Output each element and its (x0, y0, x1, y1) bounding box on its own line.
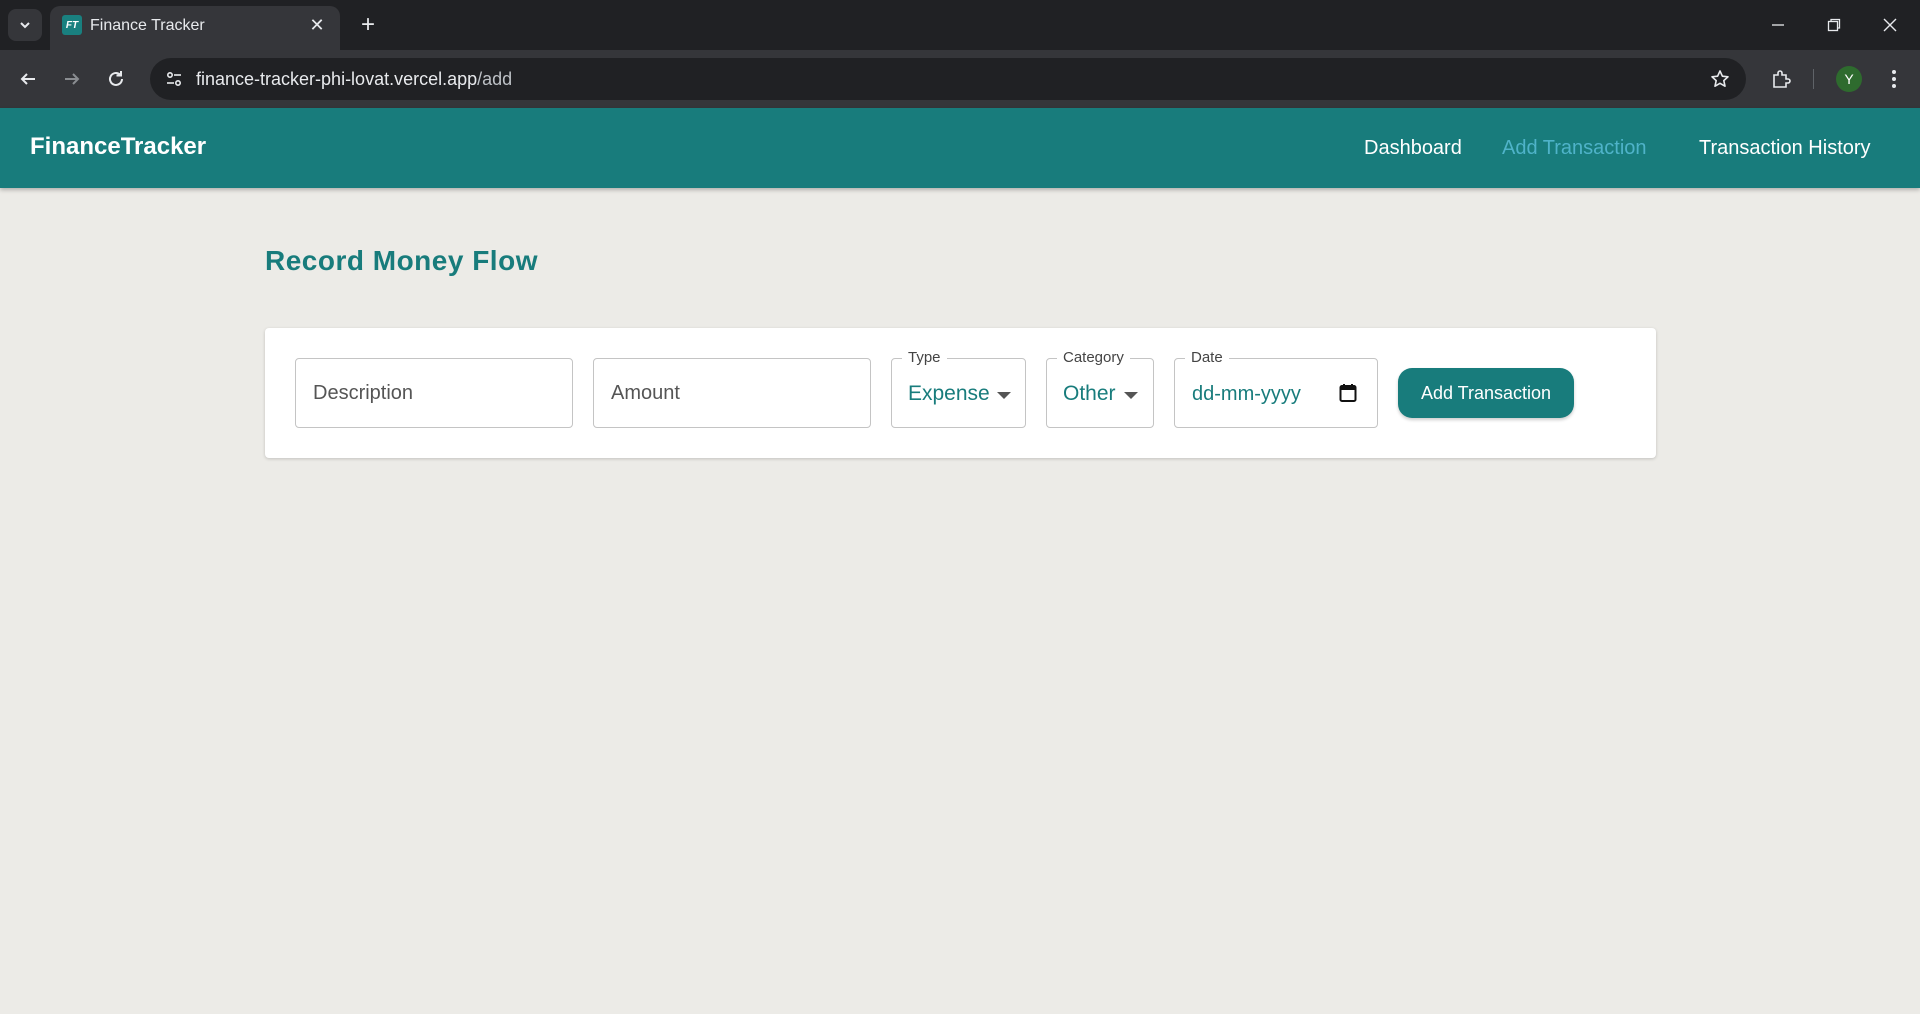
toolbar-separator (1813, 69, 1814, 89)
amount-input[interactable]: Amount (593, 358, 871, 428)
address-bar[interactable]: finance-tracker-phi-lovat.vercel.app/add (150, 58, 1746, 100)
minimize-icon[interactable] (1750, 0, 1806, 50)
nav-add-transaction[interactable]: Add Transaction (1502, 137, 1647, 160)
url-text: finance-tracker-phi-lovat.vercel.app/add (196, 69, 512, 90)
new-tab-button[interactable]: + (352, 9, 384, 41)
description-placeholder: Description (313, 382, 414, 404)
transaction-form-card: Description Amount Type Expense Category… (265, 328, 1656, 458)
date-input[interactable]: Date dd-mm-yyyy (1174, 349, 1378, 428)
favicon-icon: FT (62, 15, 82, 35)
date-placeholder: dd-mm-yyyy (1192, 383, 1301, 405)
add-transaction-button[interactable]: Add Transaction (1398, 368, 1574, 418)
chevron-down-icon (20, 22, 30, 29)
browser-toolbar: finance-tracker-phi-lovat.vercel.app/add… (0, 50, 1920, 108)
type-value: Expense (908, 382, 990, 405)
url-path: /add (477, 69, 513, 89)
url-host: finance-tracker-phi-lovat.vercel.app (196, 69, 478, 89)
calendar-icon[interactable] (1339, 383, 1357, 403)
page-title: Record Money Flow (265, 245, 538, 276)
category-value: Other (1063, 382, 1116, 405)
tab-search-button[interactable] (8, 9, 42, 41)
description-input[interactable]: Description (295, 358, 573, 428)
category-select[interactable]: Category Other (1046, 349, 1154, 428)
nav-transaction-history[interactable]: Transaction History (1699, 137, 1871, 160)
dropdown-caret-icon (997, 392, 1011, 399)
browser-tab[interactable]: FT Finance Tracker ✕ (50, 6, 340, 50)
nav-dashboard[interactable]: Dashboard (1364, 137, 1462, 160)
close-icon[interactable]: ✕ (306, 14, 328, 36)
reload-icon[interactable] (100, 63, 132, 95)
restore-icon[interactable] (1806, 0, 1862, 50)
app-header: FinanceTracker Dashboard Add Transaction… (0, 108, 1920, 188)
forward-icon[interactable] (56, 63, 88, 95)
browser-tabstrip: FT Finance Tracker ✕ + (0, 0, 1920, 50)
close-window-icon[interactable] (1862, 0, 1918, 50)
bookmark-star-icon[interactable] (1708, 67, 1732, 91)
amount-placeholder: Amount (611, 382, 680, 404)
date-label: Date (1185, 349, 1229, 366)
site-info-icon[interactable] (160, 65, 188, 93)
extensions-icon[interactable] (1765, 63, 1797, 95)
category-label: Category (1057, 349, 1130, 366)
type-select[interactable]: Type Expense (891, 349, 1026, 428)
profile-avatar[interactable]: Y (1836, 66, 1862, 92)
dropdown-caret-icon (1124, 392, 1138, 399)
tab-title: Finance Tracker (90, 17, 205, 34)
more-menu-icon[interactable] (1878, 63, 1910, 95)
back-icon[interactable] (12, 63, 44, 95)
type-label: Type (902, 349, 947, 366)
brand-logo[interactable]: FinanceTracker (30, 133, 206, 161)
